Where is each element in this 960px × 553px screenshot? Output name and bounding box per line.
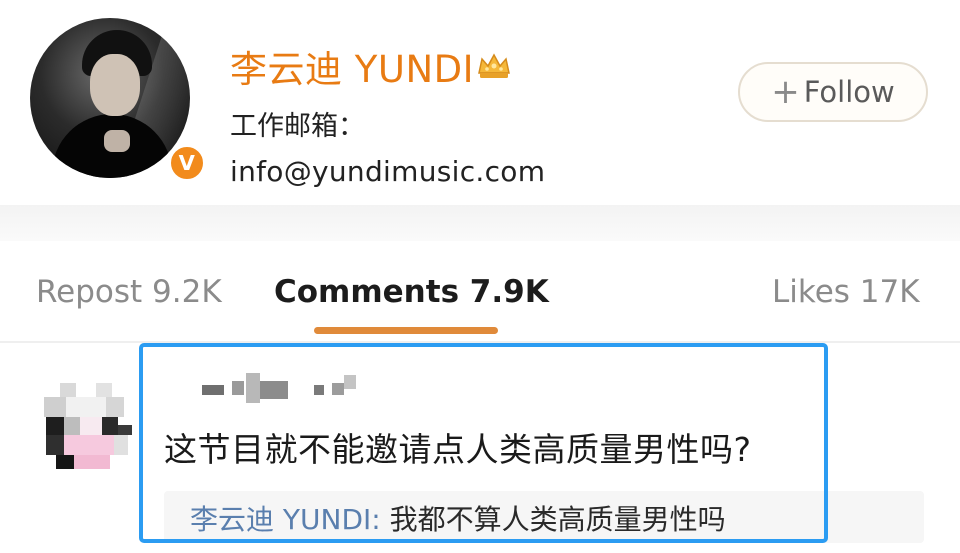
comment-item: 这节目就不能邀请点人类高质量男性吗? 李云迪 YUNDI: 我都不算人类高质量男… xyxy=(0,343,960,553)
reply-text: 李云迪 YUNDI: 我都不算人类高质量男性吗 xyxy=(190,498,726,538)
name-pixel xyxy=(314,385,324,395)
verified-icon: V xyxy=(168,144,206,182)
plus-icon: + xyxy=(771,72,800,112)
avatar-pixel xyxy=(114,435,128,455)
avatar-pixel xyxy=(66,397,106,417)
avatar-pixel xyxy=(102,417,118,435)
author-reply[interactable]: 李云迪 YUNDI: 我都不算人类高质量男性吗 xyxy=(164,491,924,543)
active-tab-indicator xyxy=(314,327,498,334)
avatar-pixel xyxy=(106,397,124,417)
avatar-pixel xyxy=(80,417,102,435)
section-separator xyxy=(0,205,960,241)
name-pixel xyxy=(202,385,224,395)
profile-header: V 李云迪 YUNDI 工作邮箱： info@yundimusic.com + … xyxy=(0,0,960,205)
bio-label: 工作邮箱： xyxy=(230,111,365,142)
profile-avatar[interactable]: V xyxy=(30,18,206,182)
avatar-pixel xyxy=(64,417,80,435)
follow-button[interactable]: + Follow xyxy=(738,62,928,122)
avatar-pixel xyxy=(118,425,132,435)
comment-text: 这节目就不能邀请点人类高质量男性吗? xyxy=(164,430,752,469)
avatar-face xyxy=(90,54,140,116)
avatar-pixel xyxy=(44,397,66,417)
tab-comments[interactable]: Comments 7.9K xyxy=(274,274,549,310)
tab-likes[interactable]: Likes 17K xyxy=(772,274,920,310)
reply-author-link[interactable]: 李云迪 YUNDI: xyxy=(190,503,381,536)
commenter-avatar[interactable] xyxy=(36,379,132,475)
profile-name[interactable]: 李云迪 YUNDI xyxy=(230,39,474,93)
name-pixel xyxy=(260,381,288,399)
avatar-pixel xyxy=(64,435,114,455)
name-pixel xyxy=(344,375,356,389)
bio-email: info@yundimusic.com xyxy=(230,155,546,188)
name-pixel xyxy=(232,381,244,395)
avatar-pixel xyxy=(46,417,64,435)
reply-content: 我都不算人类高质量男性吗 xyxy=(380,503,726,536)
avatar-pixel xyxy=(96,383,112,397)
avatar-pixel xyxy=(56,455,74,469)
name-pixel xyxy=(246,373,260,403)
avatar[interactable] xyxy=(30,18,190,178)
name-pixel xyxy=(332,383,344,395)
follow-label: Follow xyxy=(803,75,895,109)
crown-icon xyxy=(478,53,510,78)
profile-name-row: 李云迪 YUNDI xyxy=(230,40,512,92)
avatar-pixel xyxy=(74,455,110,469)
avatar-hand xyxy=(104,130,130,152)
tab-repost[interactable]: Repost 9.2K xyxy=(36,274,222,310)
engagement-tabs: Repost 9.2K Comments 7.9K Likes 17K xyxy=(0,241,960,341)
avatar-pixel xyxy=(46,435,64,455)
avatar-pixel xyxy=(60,383,76,397)
